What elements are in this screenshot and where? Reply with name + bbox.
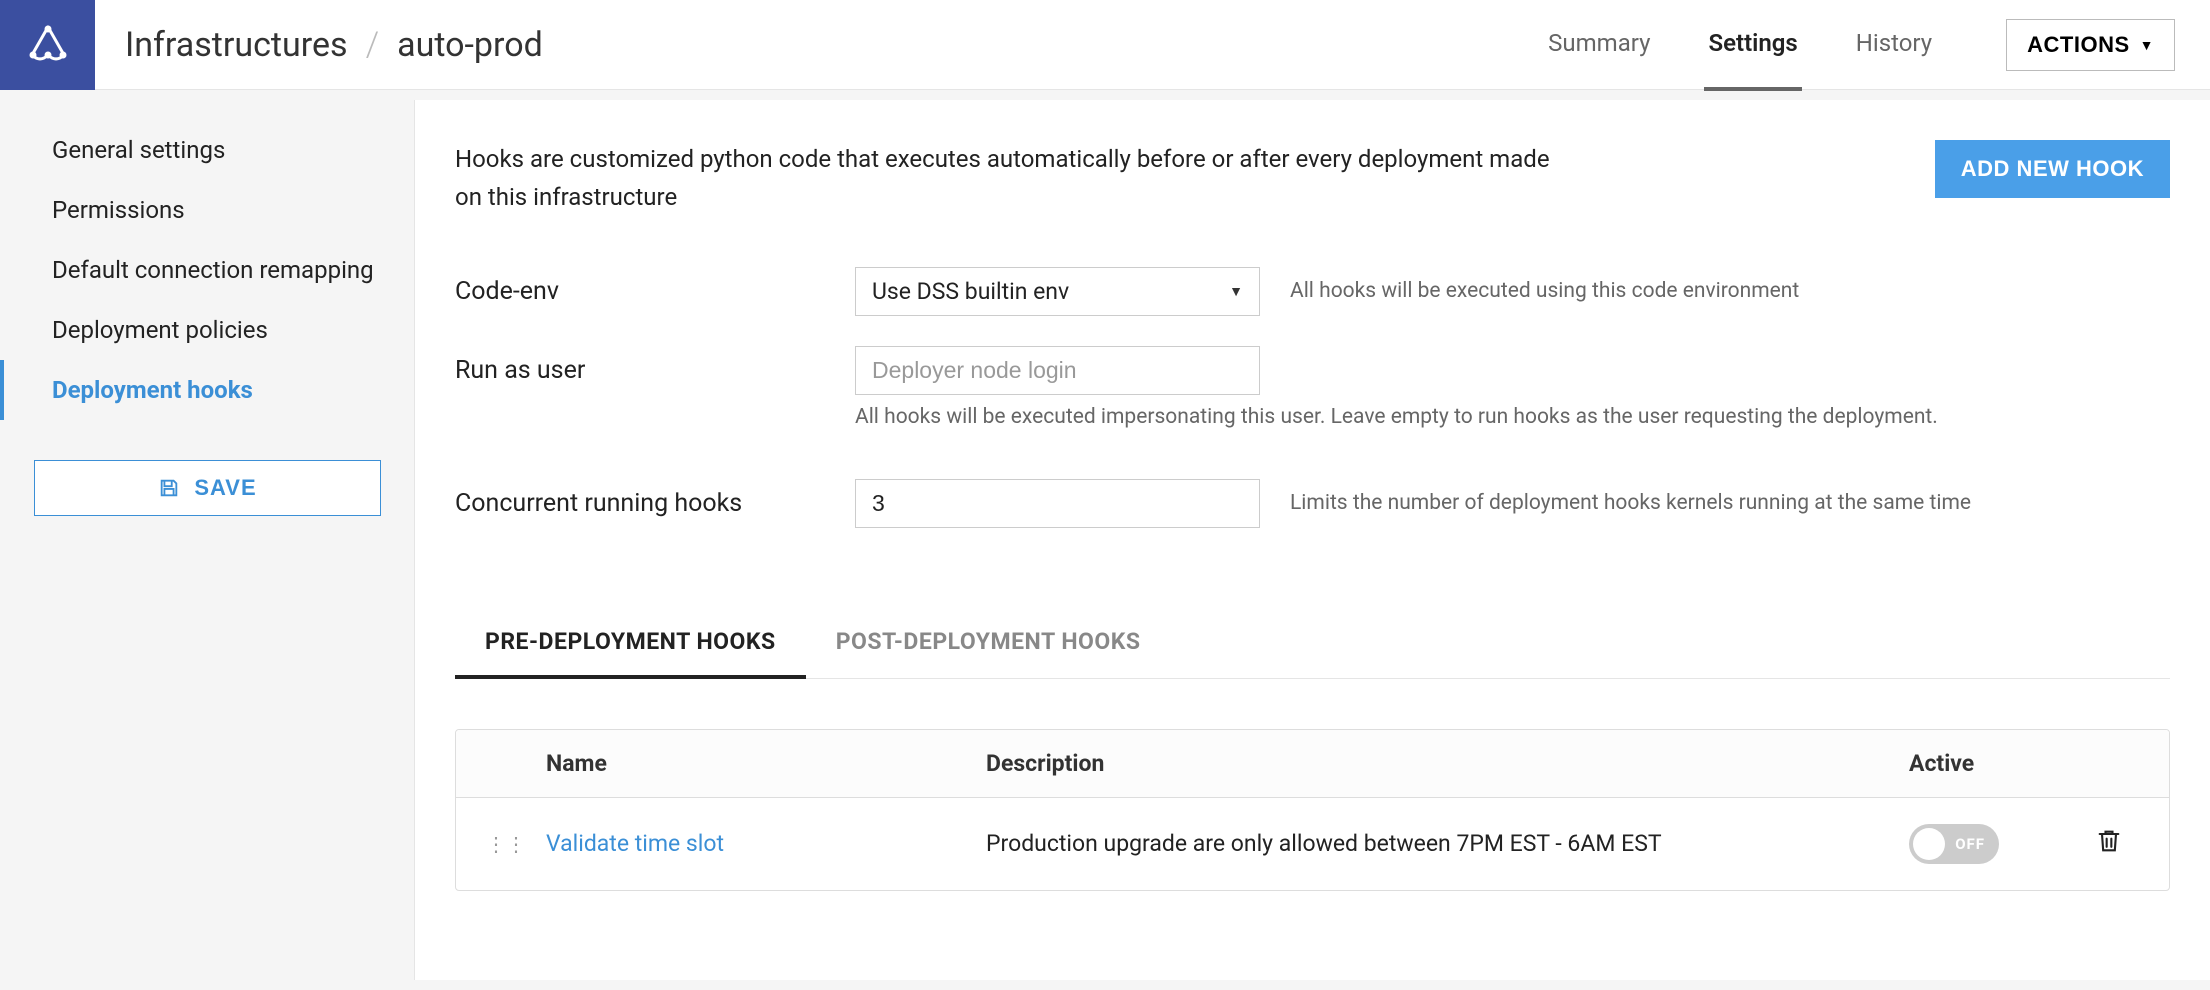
sidebar-item-general[interactable]: General settings (0, 120, 415, 180)
tab-post-deployment-hooks[interactable]: POST-DEPLOYMENT HOOKS (806, 608, 1171, 679)
codeenv-label: Code-env (455, 277, 825, 306)
concurrent-input[interactable] (855, 479, 1260, 528)
table-row: ⋮⋮ Validate time slot Production upgrade… (456, 798, 2169, 890)
runas-label: Run as user (455, 346, 825, 385)
app-logo[interactable] (0, 0, 95, 90)
settings-sidebar: General settings Permissions Default con… (0, 90, 415, 980)
codeenv-value: Use DSS builtin env (872, 278, 1069, 305)
hook-name-link[interactable]: Validate time slot (546, 830, 724, 857)
col-header-name: Name (546, 750, 986, 777)
sidebar-item-deployment-hooks[interactable]: Deployment hooks (0, 360, 415, 420)
trash-icon (2095, 827, 2123, 855)
col-header-description: Description (986, 750, 1909, 777)
hooks-table-header: Name Description Active (456, 730, 2169, 798)
main-panel: Hooks are customized python code that ex… (415, 100, 2210, 980)
sidebar-item-permissions[interactable]: Permissions (0, 180, 415, 240)
breadcrumb-current: auto-prod (397, 25, 543, 65)
breadcrumb-separator: / (366, 25, 380, 65)
top-tabs: Summary Settings History ACTIONS ▼ (1544, 0, 2210, 89)
runas-input[interactable] (855, 346, 1260, 395)
col-header-active: Active (1909, 750, 2079, 777)
save-icon (158, 477, 180, 499)
tab-settings[interactable]: Settings (1704, 0, 1801, 91)
app-header: Infrastructures / auto-prod Summary Sett… (0, 0, 2210, 90)
concurrent-help: Limits the number of deployment hooks ke… (1290, 491, 1971, 515)
hook-active-toggle[interactable]: OFF (1909, 824, 1999, 864)
hook-description: Production upgrade are only allowed betw… (986, 830, 1909, 857)
runas-help: All hooks will be executed impersonating… (855, 405, 1938, 429)
drag-handle-icon[interactable]: ⋮⋮ (486, 832, 526, 856)
breadcrumb-root[interactable]: Infrastructures (125, 25, 348, 65)
caret-down-icon: ▼ (1229, 283, 1243, 300)
tab-pre-deployment-hooks[interactable]: PRE-DEPLOYMENT HOOKS (455, 608, 806, 679)
intro-text: Hooks are customized python code that ex… (455, 140, 1575, 217)
codeenv-help: All hooks will be executed using this co… (1290, 279, 1799, 303)
caret-down-icon: ▼ (2140, 37, 2154, 53)
save-button[interactable]: SAVE (34, 460, 381, 516)
hooks-table: Name Description Active ⋮⋮ Validate time… (455, 729, 2170, 891)
logo-icon (24, 21, 72, 69)
concurrent-label: Concurrent running hooks (455, 489, 825, 518)
sidebar-item-deployment-policies[interactable]: Deployment policies (0, 300, 415, 360)
add-new-hook-button[interactable]: ADD NEW HOOK (1935, 140, 2170, 198)
tab-history[interactable]: History (1852, 0, 1936, 91)
tab-summary[interactable]: Summary (1544, 0, 1654, 91)
toggle-label: OFF (1955, 835, 1985, 853)
hook-category-tabs: PRE-DEPLOYMENT HOOKS POST-DEPLOYMENT HOO… (455, 608, 2170, 679)
sidebar-item-connection-remapping[interactable]: Default connection remapping (0, 240, 415, 300)
actions-dropdown[interactable]: ACTIONS ▼ (2006, 19, 2175, 71)
save-label: SAVE (194, 475, 256, 501)
actions-label: ACTIONS (2027, 32, 2130, 58)
codeenv-select[interactable]: Use DSS builtin env ▼ (855, 267, 1260, 316)
delete-hook-button[interactable] (2095, 834, 2123, 861)
toggle-knob (1913, 828, 1945, 860)
breadcrumb: Infrastructures / auto-prod (95, 0, 1544, 89)
